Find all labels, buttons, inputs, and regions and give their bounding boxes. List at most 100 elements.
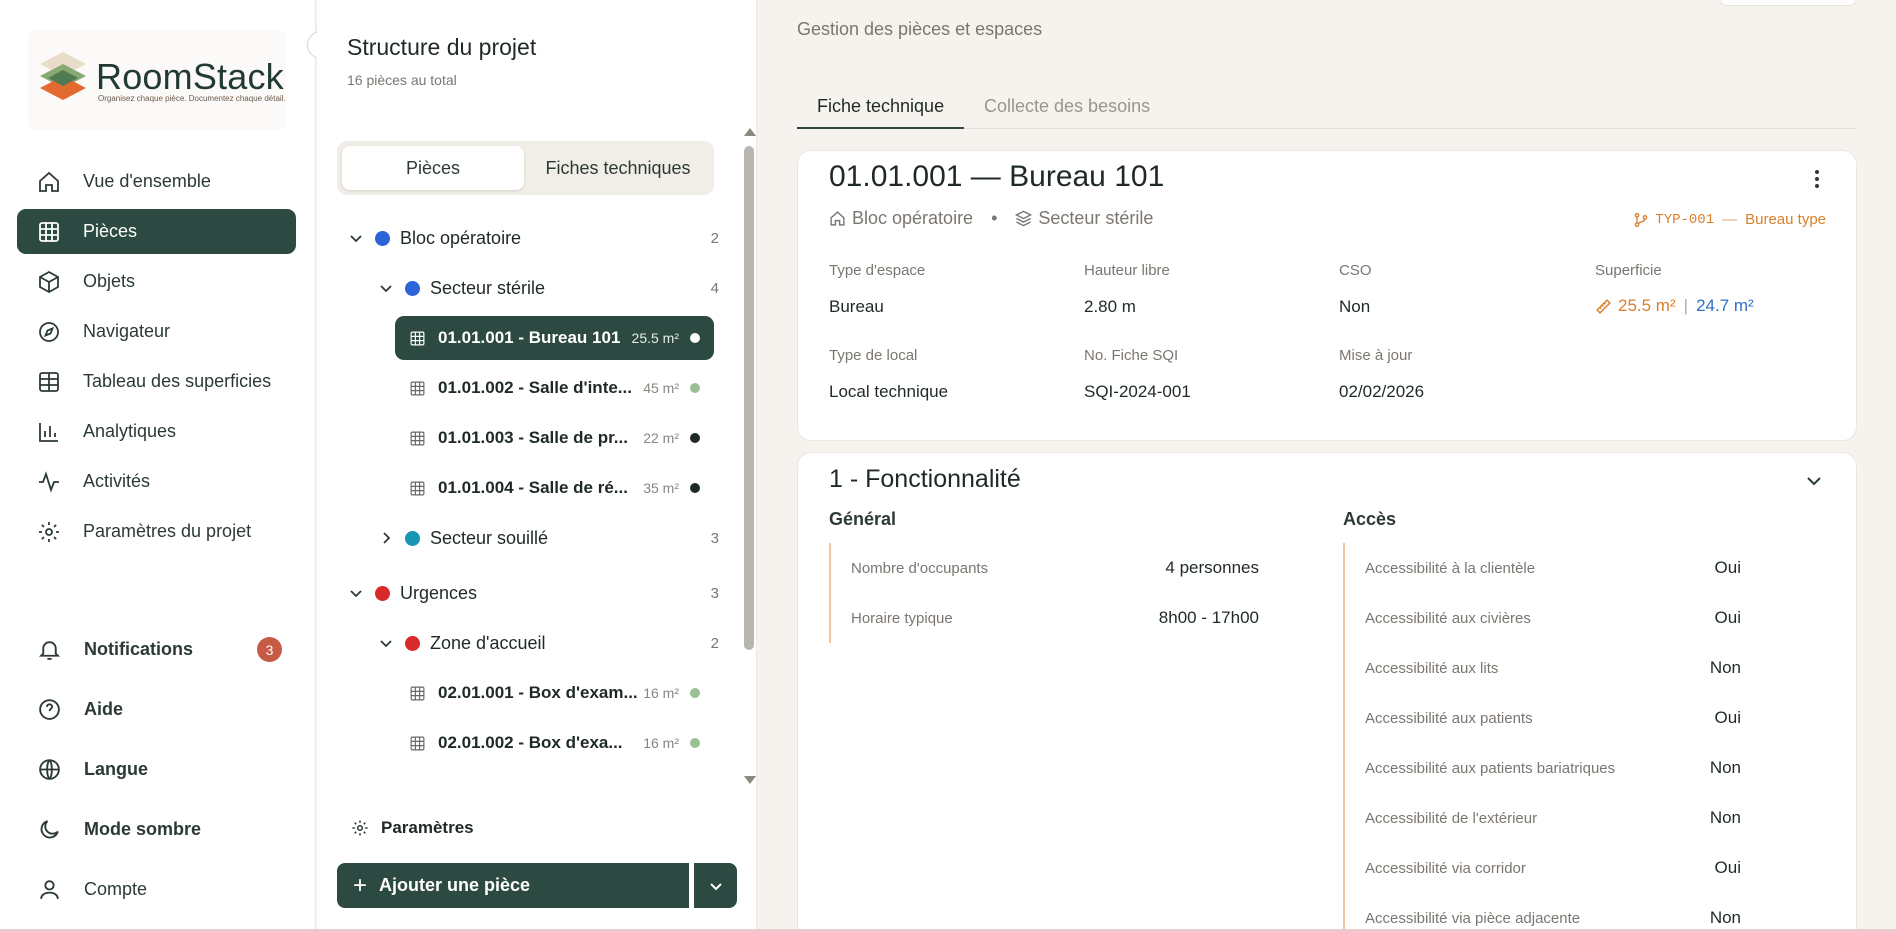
kv-value: Non (1709, 658, 1741, 677)
moon-icon (40, 819, 59, 838)
status-dot (690, 383, 700, 393)
room-area: 16 m² (643, 735, 679, 751)
scroll-down-arrow[interactable] (744, 776, 756, 784)
room-item[interactable]: 01.01.002 - Salle d'inte... 45 m² (395, 366, 714, 410)
help-icon (39, 698, 60, 720)
area-net: 24.7 m² (1696, 296, 1754, 315)
nav-item-activities[interactable]: Activités (17, 459, 296, 504)
dark-mode-button[interactable]: Mode sombre (17, 807, 296, 851)
tab-needs-collection[interactable]: Collecte des besoins (964, 92, 1170, 129)
room-label: 02.01.002 - Box d'exa... (438, 733, 623, 752)
area-values: 25.5 m² | 24.7 m² (1595, 296, 1754, 316)
room-type-link[interactable]: TYP-001 — Bureau type (1633, 211, 1826, 228)
grid-icon (410, 736, 425, 750)
access-title: Accès (1343, 509, 1397, 529)
room-area: 35 m² (643, 480, 679, 496)
chevron-down-icon (709, 882, 722, 890)
tree-scrollbar[interactable] (744, 128, 756, 784)
nav-item-project-settings[interactable]: Paramètres du projet (17, 509, 296, 554)
kv-label: Accessibilité à la clientèle (1365, 559, 1536, 577)
room-area: 16 m² (643, 685, 679, 701)
scrollbar-thumb[interactable] (744, 146, 754, 650)
kv-value: Oui (1714, 708, 1741, 727)
language-label: Langue (84, 758, 149, 779)
notifications-button[interactable]: Notifications 3 (17, 627, 296, 671)
app-logo[interactable]: RoomStack Organisez chaque pièce. Docume… (28, 30, 286, 130)
more-vertical-icon[interactable] (1814, 169, 1820, 189)
main-content: Gestion des pièces et espaces Fiche tech… (757, 0, 1896, 932)
field-label: Mise à jour (1339, 347, 1413, 364)
kv-value: Non (1709, 908, 1741, 927)
kv-label: Accessibilité via corridor (1365, 859, 1526, 877)
nav-label: Paramètres du projet (83, 521, 252, 541)
user-icon (40, 879, 59, 899)
nav-label: Objets (83, 271, 136, 291)
room-type-code: TYP-001 (1655, 211, 1715, 228)
scroll-up-arrow[interactable] (744, 128, 756, 136)
nav-item-objects[interactable]: Objets (17, 259, 296, 304)
access-list: Accessibilité à la clientèle Oui Accessi… (1343, 543, 1773, 932)
grid-icon (410, 686, 425, 700)
language-button[interactable]: Langue (17, 747, 296, 791)
header-action[interactable] (1719, 0, 1857, 6)
nav-label: Tableau des superficies (83, 371, 272, 391)
tree-node-zone-accueil[interactable]: Zone d'accueil 2 (377, 621, 719, 665)
room-item[interactable]: 01.01.001 - Bureau 101 25.5 m² (395, 316, 714, 360)
field-value: Local technique (829, 382, 949, 401)
breadcrumb-bloc[interactable]: Bloc opératoire (852, 208, 973, 229)
logo-mark (40, 52, 86, 100)
nav-item-area-table[interactable]: Tableau des superficies (17, 359, 296, 404)
status-dot (690, 483, 700, 493)
node-count: 4 (710, 279, 719, 297)
grid-icon (410, 331, 425, 345)
nav-item-analytics[interactable]: Analytiques (17, 409, 296, 454)
toggle-rooms[interactable]: Pièces (342, 146, 524, 190)
field-value: SQI-2024-001 (1084, 382, 1191, 401)
node-label: Secteur stérile (430, 277, 546, 298)
room-item[interactable]: 01.01.004 - Salle de ré... 35 m² (395, 466, 714, 510)
node-count: 2 (710, 229, 719, 247)
kv-label: Horaire typique (851, 609, 953, 627)
tree-node-partial[interactable] (377, 774, 719, 786)
breadcrumb-secteur[interactable]: Secteur stérile (1038, 208, 1153, 229)
add-room-dropdown-button[interactable] (694, 863, 737, 908)
field-value: Non (1339, 297, 1371, 316)
help-button[interactable]: Aide (17, 687, 296, 731)
nav-item-navigator[interactable]: Navigateur (17, 309, 296, 354)
breadcrumb-separator: • (991, 208, 998, 228)
add-room-button[interactable]: + Ajouter une pièce (337, 863, 689, 908)
color-dot (375, 230, 390, 246)
grid-icon (410, 381, 425, 395)
activity-icon (39, 470, 59, 493)
grid-icon (410, 481, 425, 495)
nav-label: Pièces (83, 221, 138, 241)
nav-item-rooms[interactable]: Pièces (17, 209, 296, 254)
chevron-down-icon[interactable] (1804, 471, 1824, 491)
node-label: Urgences (400, 582, 478, 603)
room-item[interactable]: 01.01.003 - Salle de pr... 22 m² (395, 416, 714, 460)
home-icon (39, 171, 59, 192)
help-label: Aide (84, 698, 124, 719)
functionality-section: 1 - Fonctionnalité Général Nombre d'occu… (797, 452, 1857, 932)
tree-node-secteur-souille[interactable]: Secteur souillé 3 (377, 516, 719, 560)
node-label: Bloc opératoire (400, 227, 522, 248)
layers-icon (1015, 210, 1033, 227)
status-dot (690, 333, 700, 343)
account-button[interactable]: Compte (17, 867, 296, 911)
tree-node-secteur-sterile[interactable]: Secteur stérile 4 (377, 266, 719, 310)
git-branch-icon (1634, 212, 1648, 227)
tree-node-urgences[interactable]: Urgences 3 (347, 571, 719, 615)
room-area: 25.5 m² (631, 330, 679, 346)
room-tree: Bloc opératoire 2 Secteur stérile 4 01.0… (337, 212, 737, 786)
tree-node-bloc-operatoire[interactable]: Bloc opératoire 2 (347, 216, 719, 260)
room-item[interactable]: 02.01.001 - Box d'exam... 16 m² (395, 671, 714, 715)
tab-technical-sheet[interactable]: Fiche technique (797, 92, 965, 129)
room-label: 01.01.003 - Salle de pr... (438, 428, 628, 447)
nav-item-overview[interactable]: Vue d'ensemble (17, 159, 296, 204)
room-item[interactable]: 02.01.002 - Box d'exa... 16 m² (395, 721, 714, 765)
structure-settings-link[interactable]: Paramètres (351, 818, 474, 838)
field-label: Type d'espace (829, 262, 926, 279)
toggle-sheets[interactable]: Fiches techniques (527, 146, 709, 190)
kv-value: Non (1709, 758, 1741, 777)
color-dot (405, 635, 420, 651)
